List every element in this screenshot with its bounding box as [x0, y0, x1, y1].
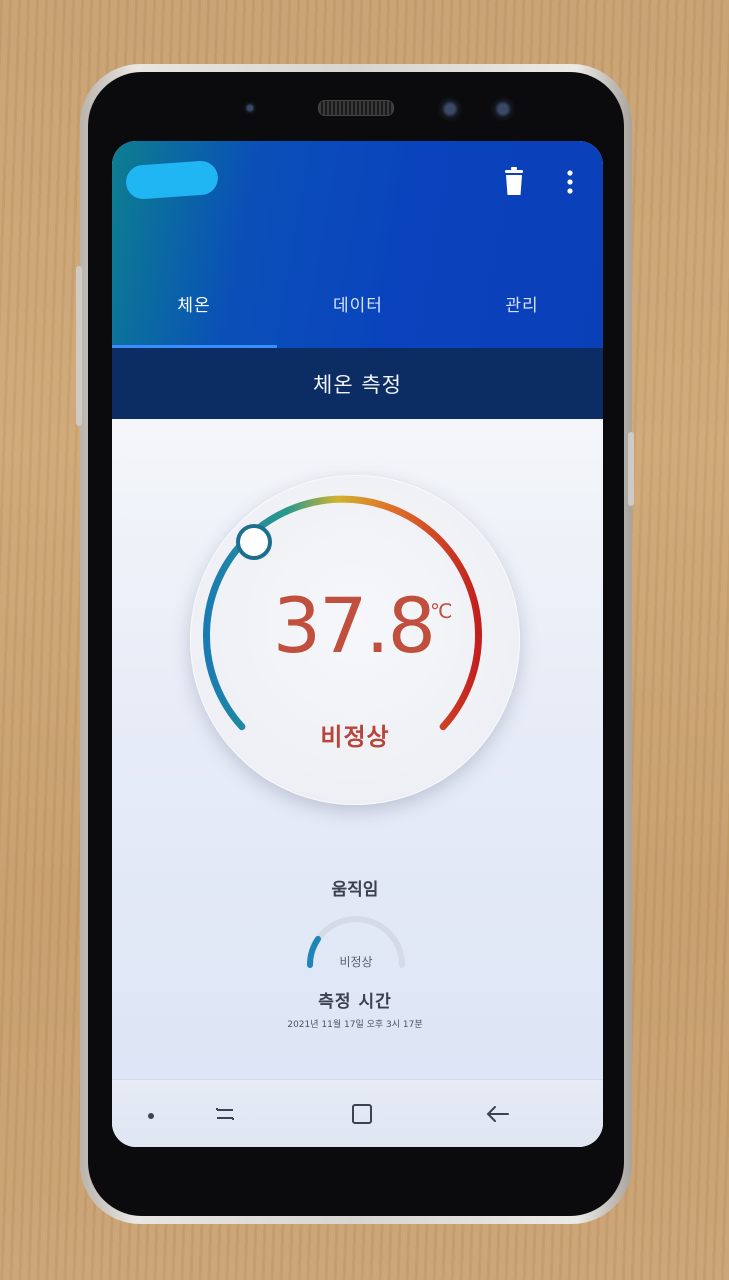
more-vert-icon[interactable]: [558, 167, 582, 197]
navigation-bar: [112, 1079, 603, 1147]
temperature-gauge-knob: [236, 524, 272, 560]
sensor-icon: [243, 101, 257, 115]
trash-icon[interactable]: [500, 167, 528, 197]
iris-camera-icon: [490, 96, 516, 122]
temperature-value: 37.8: [272, 581, 436, 670]
motion-title: 움직임: [331, 880, 379, 900]
measurement-time-title: 측정 시간: [318, 992, 392, 1012]
app-bar: 체온 데이터 관리: [112, 141, 603, 348]
screen: 체온 데이터 관리 체온 측정 37.8 ℃ 비정상 움직임 비정상 측정 시간…: [112, 141, 603, 1147]
content-area: 37.8 ℃ 비정상 움직임 비정상 측정 시간 2021년 11월 17일 오…: [112, 419, 603, 1079]
measurement-time-value: 2021년 11월 17일 오후 3시 17분: [287, 1020, 423, 1030]
tab-manage[interactable]: 관리: [440, 291, 603, 316]
tab-data[interactable]: 데이터: [276, 291, 440, 316]
earpiece-speaker: [318, 100, 394, 116]
motion-status: 비정상: [339, 955, 373, 969]
section-title: 체온 측정: [112, 348, 603, 419]
home-icon[interactable]: [348, 1100, 376, 1128]
back-icon[interactable]: [484, 1100, 512, 1128]
volume-button: [76, 266, 82, 426]
temperature-status: 비정상: [320, 723, 390, 751]
power-button: [628, 432, 634, 506]
tab-temperature[interactable]: 체온: [112, 291, 276, 316]
redacted-app-title: [124, 159, 220, 201]
recent-apps-icon[interactable]: [212, 1100, 240, 1128]
front-camera-icon: [437, 96, 463, 122]
dot-icon[interactable]: [148, 1113, 154, 1119]
temperature-unit: ℃: [430, 599, 453, 623]
